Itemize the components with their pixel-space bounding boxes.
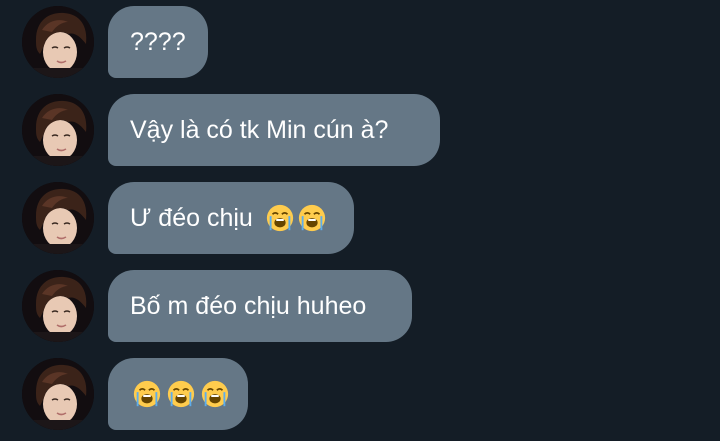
message-bubble[interactable]: ???? <box>108 6 208 78</box>
emoji-group <box>130 379 230 409</box>
message-row <box>0 358 720 430</box>
message-row: ???? <box>0 6 720 78</box>
conversation-thread: ???? Vậy là có tk Min cún à? Ư đéo chịu … <box>0 0 720 441</box>
message-bubble[interactable]: Bố m đéo chịu huheo <box>108 270 412 342</box>
message-text: Ư đéo chịu <box>130 203 253 232</box>
message-bubble[interactable]: Vậy là có tk Min cún à? <box>108 94 440 166</box>
sender-avatar[interactable] <box>22 6 94 78</box>
sender-avatar[interactable] <box>22 94 94 166</box>
loudly-crying-face-icon <box>200 379 230 409</box>
loudly-crying-face-icon <box>132 379 162 409</box>
message-text: ???? <box>130 27 186 56</box>
loudly-crying-face-icon <box>265 203 295 233</box>
message-text: Bố m đéo chịu huheo <box>130 291 367 320</box>
sender-avatar[interactable] <box>22 358 94 430</box>
sender-avatar[interactable] <box>22 182 94 254</box>
avatar-photo-icon <box>22 182 94 254</box>
message-bubble[interactable]: Ư đéo chịu <box>108 182 354 254</box>
avatar-photo-icon <box>22 358 94 430</box>
sender-avatar[interactable] <box>22 270 94 342</box>
avatar-photo-icon <box>22 6 94 78</box>
message-row: Ư đéo chịu <box>0 182 720 254</box>
message-row: Vậy là có tk Min cún à? <box>0 94 720 166</box>
message-row: Bố m đéo chịu huheo <box>0 270 720 342</box>
avatar-photo-icon <box>22 94 94 166</box>
loudly-crying-face-icon <box>166 379 196 409</box>
loudly-crying-face-icon <box>297 203 327 233</box>
avatar-photo-icon <box>22 270 94 342</box>
message-text: Vậy là có tk Min cún à? <box>130 115 389 144</box>
message-bubble[interactable] <box>108 358 248 430</box>
